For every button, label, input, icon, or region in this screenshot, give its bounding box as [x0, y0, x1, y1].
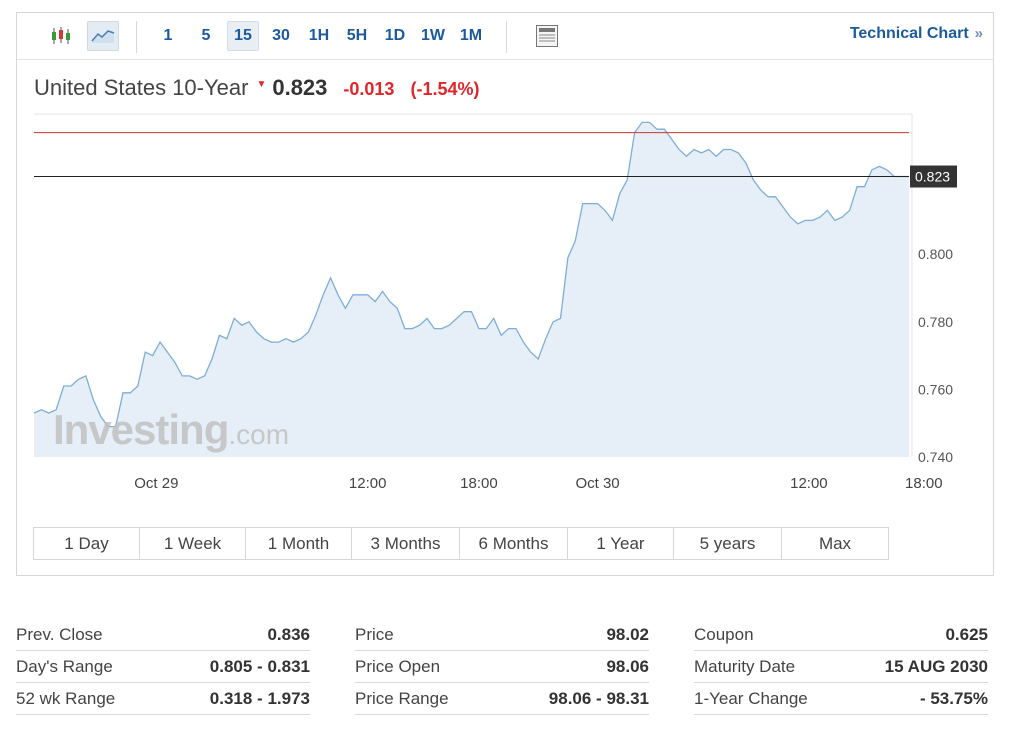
stat-label: Maturity Date — [694, 656, 796, 676]
y-tick-label: 0.800 — [918, 246, 953, 262]
stat-row: 52 wk Range 0.318 - 1.973 — [16, 683, 310, 715]
x-tick-label: Oct 30 — [575, 475, 619, 492]
y-tick-label: 0.740 — [918, 449, 953, 465]
x-tick-label: Oct 29 — [134, 475, 178, 492]
stat-row: Price Open 98.06 — [355, 651, 649, 683]
x-tick-label: 18:00 — [460, 475, 498, 492]
stat-row: Day's Range 0.805 - 0.831 — [16, 651, 310, 683]
range-1-week[interactable]: 1 Week — [140, 528, 246, 559]
stat-label: Coupon — [694, 624, 754, 644]
stat-row: Prev. Close 0.836 — [16, 619, 310, 651]
stat-value: - 53.75% — [919, 688, 988, 708]
range-1-month[interactable]: 1 Month — [246, 528, 352, 559]
range-max[interactable]: Max — [782, 528, 888, 559]
stat-row: Price Range 98.06 - 98.31 — [355, 683, 649, 715]
range-5-years[interactable]: 5 years — [674, 528, 782, 559]
range-1-year[interactable]: 1 Year — [568, 528, 674, 559]
stats-column: Coupon 0.625 Maturity Date 15 AUG 2030 1-Yea… — [694, 619, 988, 715]
stat-row: Price 98.02 — [355, 619, 649, 651]
range-1-day[interactable]: 1 Day — [34, 528, 140, 559]
x-tick-label: 18:00 — [905, 475, 943, 492]
stat-row: Maturity Date 15 AUG 2030 — [694, 651, 988, 683]
range-3-months[interactable]: 3 Months — [352, 528, 460, 559]
stat-value: 98.02 — [606, 624, 649, 644]
price-chart[interactable]: Investing.com0.8000.7800.7600.7400.823Oc… — [17, 13, 993, 518]
x-tick-label: 12:00 — [790, 475, 828, 492]
stat-label: Day's Range — [16, 656, 113, 676]
last-price-badge-label: 0.823 — [915, 169, 950, 185]
stat-label: Prev. Close — [16, 624, 103, 644]
stat-label: Price Range — [355, 688, 449, 708]
stats-column: Prev. Close 0.836 Day's Range 0.805 - 0.831… — [16, 619, 310, 715]
time-range-selector: 1 Day 1 Week 1 Month 3 Months 6 Months 1 Year… — [33, 527, 889, 560]
stat-value: 15 AUG 2030 — [884, 656, 988, 676]
stats-column: Price 98.02 Price Open 98.06 Price Range 98.0… — [355, 619, 649, 715]
y-tick-label: 0.760 — [918, 381, 953, 397]
stat-row: Coupon 0.625 — [694, 619, 988, 651]
chart-widget: 1 5 15 30 1H 5H 1D 1W 1M Technical Chart» United… — [16, 12, 994, 576]
stat-value: 0.805 - 0.831 — [209, 656, 310, 676]
stat-row: 1-Year Change - 53.75% — [694, 683, 988, 715]
stat-label: 52 wk Range — [16, 688, 116, 708]
x-tick-label: 12:00 — [349, 475, 387, 492]
stat-value: 0.836 — [267, 624, 310, 644]
y-tick-label: 0.780 — [918, 314, 953, 330]
stat-value: 98.06 — [606, 656, 649, 676]
stat-value: 0.625 — [945, 624, 988, 644]
stat-value: 0.318 - 1.973 — [209, 688, 310, 708]
stat-value: 98.06 - 98.31 — [548, 688, 649, 708]
stat-label: Price Open — [355, 656, 441, 676]
stat-label: 1-Year Change — [694, 688, 808, 708]
range-6-months[interactable]: 6 Months — [460, 528, 568, 559]
stat-label: Price — [355, 624, 394, 644]
